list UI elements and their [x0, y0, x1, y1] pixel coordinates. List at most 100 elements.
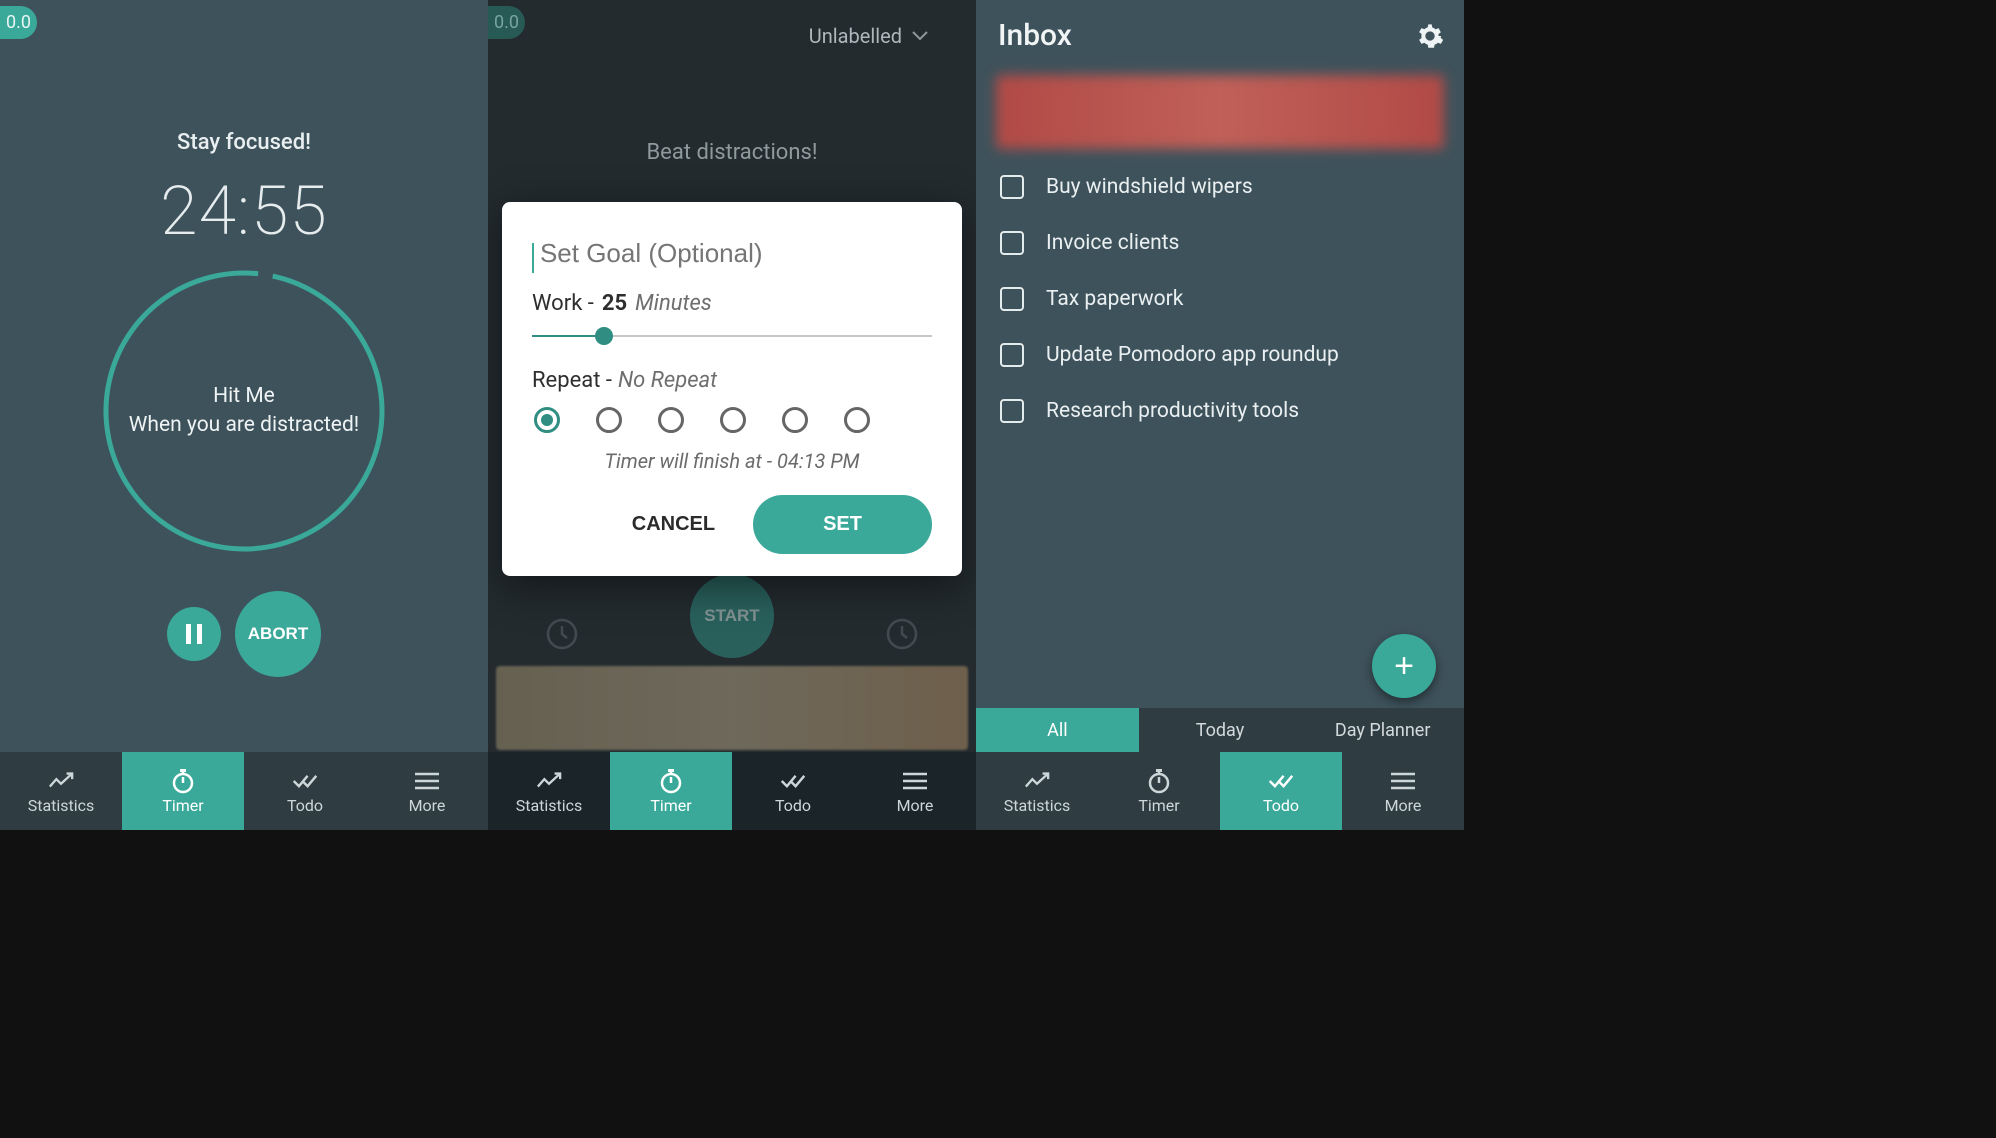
inbox-title: Inbox [998, 18, 1072, 53]
nav-more[interactable]: More [366, 752, 488, 830]
set-button[interactable]: SET [753, 495, 932, 554]
nav-label: Timer [1138, 796, 1179, 815]
menu-icon [1390, 768, 1416, 794]
version-text: 0.0 [494, 12, 519, 33]
start-label: START [704, 606, 759, 626]
history-forward-button[interactable] [882, 612, 922, 652]
repeat-option-4[interactable] [782, 407, 808, 433]
goal-input[interactable] [540, 232, 932, 283]
nav-label: More [409, 796, 446, 815]
nav-statistics[interactable]: Statistics [488, 752, 610, 830]
nav-label: Todo [775, 796, 811, 815]
checkmarks-icon [292, 768, 318, 794]
nav-todo[interactable]: Todo [244, 752, 366, 830]
work-label: Work - [532, 291, 594, 316]
repeat-option-2[interactable] [658, 407, 684, 433]
todo-tab-all[interactable]: All [976, 708, 1139, 752]
timer-area: Stay focused! 24:55 Hit Me When you are … [0, 0, 488, 677]
checkbox[interactable] [1000, 287, 1024, 311]
todo-list: Buy windshield wipers Invoice clientsTax … [976, 159, 1464, 439]
todo-item[interactable]: Update Pomodoro app roundup [976, 327, 1464, 383]
bottom-nav: Statistics Timer Todo More [976, 752, 1464, 830]
checkbox[interactable] [1000, 175, 1024, 199]
checkbox[interactable] [1000, 399, 1024, 423]
cancel-label: CANCEL [632, 513, 715, 535]
add-todo-button[interactable]: + [1372, 634, 1436, 698]
history-back-button[interactable] [542, 612, 582, 652]
todo-item[interactable]: Buy windshield wipers [976, 159, 1464, 215]
checkmarks-icon [780, 768, 806, 794]
todo-item[interactable]: Invoice clients [976, 215, 1464, 271]
todo-text: Update Pomodoro app roundup [1046, 343, 1339, 367]
repeat-option-0[interactable] [534, 407, 560, 433]
repeat-row: Repeat - No Repeat [532, 368, 932, 393]
nav-label: More [897, 796, 934, 815]
nav-label: More [1385, 796, 1422, 815]
nav-label: Todo [1263, 796, 1299, 815]
nav-more[interactable]: More [1342, 752, 1464, 830]
label-dropdown[interactable]: Unlabelled [809, 24, 928, 48]
repeat-option-3[interactable] [720, 407, 746, 433]
repeat-value: No Repeat [618, 368, 717, 393]
chart-line-icon [536, 768, 562, 794]
todo-tab-today[interactable]: Today [1139, 708, 1302, 752]
nav-todo[interactable]: Todo [1220, 752, 1342, 830]
nav-label: Todo [287, 796, 323, 815]
bottom-nav: Statistics Timer Todo More [0, 752, 488, 830]
redacted-item [996, 75, 1444, 149]
ring-caption-line1: Hit Me [129, 382, 359, 411]
menu-icon [414, 768, 440, 794]
todo-text: Buy windshield wipers [1046, 175, 1253, 199]
nav-todo[interactable]: Todo [732, 752, 854, 830]
start-button[interactable]: START [690, 574, 774, 658]
version-pill: 0.0 [0, 6, 37, 39]
repeat-radio-group [534, 407, 932, 433]
text-cursor [532, 243, 534, 273]
version-text: 0.0 [6, 12, 31, 33]
work-unit: Minutes [635, 291, 712, 316]
screen-timer-setup: 0.0 Unlabelled Beat distractions! START … [488, 0, 976, 830]
timer-controls: ABORT [167, 591, 321, 677]
work-duration-slider[interactable] [532, 322, 932, 350]
nav-statistics[interactable]: Statistics [0, 752, 122, 830]
nav-timer[interactable]: Timer [1098, 752, 1220, 830]
repeat-option-1[interactable] [596, 407, 622, 433]
nav-timer[interactable]: Timer [610, 752, 732, 830]
cancel-button[interactable]: CANCEL [614, 499, 733, 550]
nav-more[interactable]: More [854, 752, 976, 830]
pause-button[interactable] [167, 607, 221, 661]
set-label: SET [823, 513, 862, 535]
setup-headline: Beat distractions! [488, 140, 976, 165]
focus-headline: Stay focused! [177, 130, 311, 155]
gear-icon [1416, 22, 1444, 50]
settings-button[interactable] [1416, 22, 1444, 50]
repeat-option-5[interactable] [844, 407, 870, 433]
todo-filter-tabs: AllTodayDay Planner [976, 708, 1464, 752]
nav-label: Timer [650, 796, 691, 815]
work-value: 25 [602, 291, 627, 316]
ring-caption-line2: When you are distracted! [129, 411, 359, 440]
checkbox[interactable] [1000, 231, 1024, 255]
stopwatch-icon [1146, 768, 1172, 794]
slider-thumb[interactable] [595, 327, 613, 345]
nav-statistics[interactable]: Statistics [976, 752, 1098, 830]
nav-label: Timer [162, 796, 203, 815]
abort-button[interactable]: ABORT [235, 591, 321, 677]
dialog-actions: CANCEL SET [532, 495, 932, 554]
checkbox[interactable] [1000, 343, 1024, 367]
progress-ring[interactable]: Hit Me When you are distracted! [94, 261, 394, 561]
todo-item[interactable]: Tax paperwork [976, 271, 1464, 327]
bottom-nav: Statistics Timer Todo More [488, 752, 976, 830]
slider-fill [532, 335, 604, 337]
todo-tab-day-planner[interactable]: Day Planner [1301, 708, 1464, 752]
todo-text: Research productivity tools [1046, 399, 1299, 423]
stopwatch-icon [658, 768, 684, 794]
nav-label: Statistics [516, 796, 583, 815]
timer-countdown: 24:55 [160, 171, 328, 251]
nav-timer[interactable]: Timer [122, 752, 244, 830]
abort-label: ABORT [248, 624, 308, 644]
screen-todo-inbox: Inbox Buy windshield wipers Invoice clien… [976, 0, 1464, 830]
todo-item[interactable]: Research productivity tools [976, 383, 1464, 439]
ad-banner[interactable] [496, 666, 968, 750]
label-dropdown-text: Unlabelled [809, 24, 902, 48]
